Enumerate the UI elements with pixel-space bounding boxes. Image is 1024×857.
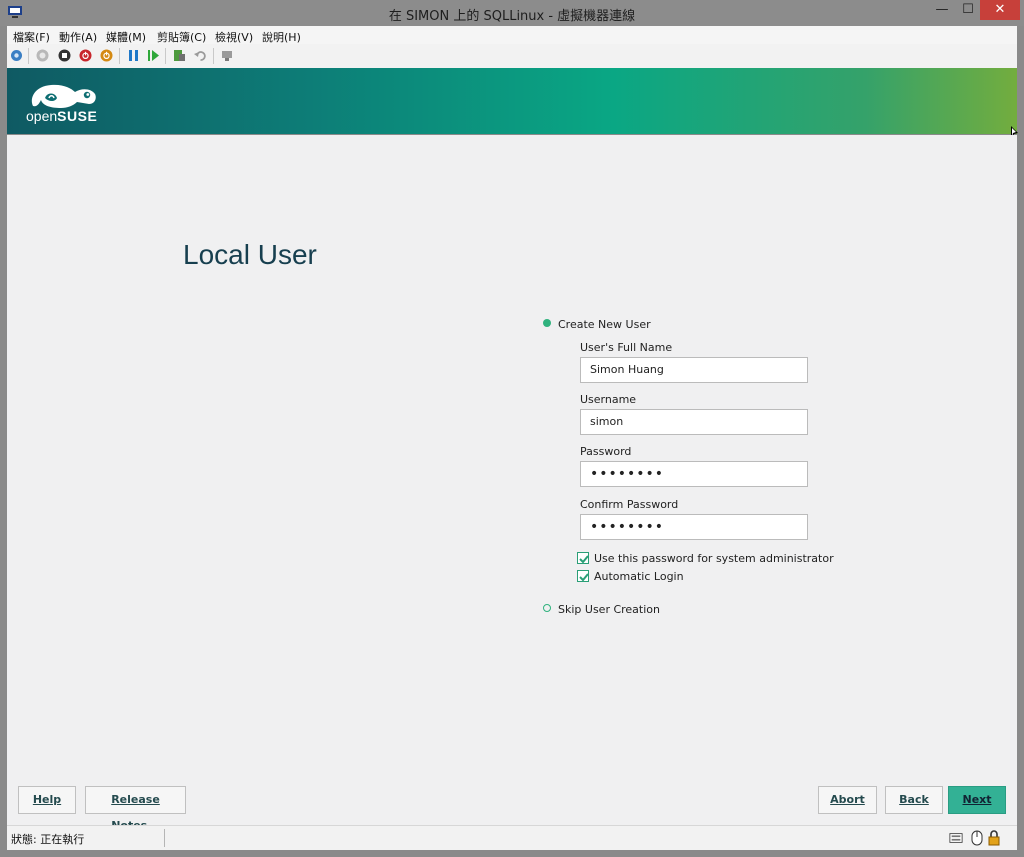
menu-action[interactable]: 動作(A)	[59, 29, 97, 45]
toolbar-separator	[119, 48, 120, 64]
help-button[interactable]: Help	[18, 786, 76, 814]
confirm-password-input[interactable]: ••••••••	[580, 514, 808, 540]
password-input[interactable]: ••••••••	[580, 461, 808, 487]
use-for-admin-label: Use this password for system administrat…	[594, 552, 834, 565]
window-title: 在 SIMON 上的 SQLLinux - 虛擬機器連線	[388, 9, 636, 24]
release-notes-button[interactable]: Release Notes...	[85, 786, 186, 832]
automatic-login-label: Automatic Login	[594, 570, 684, 583]
next-button[interactable]: Next	[948, 786, 1006, 814]
start-icon[interactable]	[36, 49, 49, 62]
confirm-password-label: Confirm Password	[580, 498, 679, 511]
menu-view[interactable]: 檢視(V)	[215, 29, 253, 45]
create-new-user-label: Create New User	[558, 318, 651, 331]
full-name-label: User's Full Name	[580, 341, 673, 354]
radio-selected-icon	[543, 319, 551, 327]
menu-clipboard[interactable]: 剪貼簿(C)	[157, 29, 206, 45]
vm-connection-window: 在 SIMON 上的 SQLLinux - 虛擬機器連線 — ☐ ✕ 檔案(F)…	[0, 0, 1024, 857]
back-button[interactable]: Back	[885, 786, 943, 814]
menu-help[interactable]: 說明(H)	[262, 29, 301, 45]
keyboard-icon	[949, 833, 963, 843]
shutdown-icon[interactable]	[79, 49, 92, 62]
opensuse-wordmark: openSUSE	[26, 108, 98, 124]
checkpoint-icon[interactable]	[173, 49, 186, 62]
menu-bar: 檔案(F) 動作(A) 媒體(M) 剪貼簿(C) 檢視(V) 說明(H)	[7, 26, 1017, 44]
ctrl-alt-del-icon[interactable]	[10, 49, 23, 62]
toolbar-separator	[213, 48, 214, 64]
opensuse-banner: openSUSE	[7, 68, 1018, 140]
save-icon[interactable]	[100, 49, 113, 62]
resume-icon[interactable]	[147, 49, 160, 62]
menu-media[interactable]: 媒體(M)	[106, 29, 146, 45]
menu-file[interactable]: 檔案(F)	[13, 29, 50, 45]
title-bar[interactable]: 在 SIMON 上的 SQLLinux - 虛擬機器連線 — ☐ ✕	[0, 0, 1024, 26]
enhanced-session-icon[interactable]	[221, 49, 234, 62]
pause-icon[interactable]	[127, 49, 140, 62]
page-title: Local User	[183, 239, 317, 270]
full-name-input[interactable]: Simon Huang	[580, 357, 808, 383]
toolbar-separator	[28, 48, 29, 64]
username-label: Username	[580, 393, 637, 406]
installer-content: Local User Create New User User's Full N…	[7, 135, 1017, 832]
checkbox-checked-icon	[577, 570, 589, 582]
abort-button[interactable]: Abort	[818, 786, 877, 814]
maximize-button[interactable]: ☐	[954, 0, 982, 20]
toolbar	[7, 44, 1017, 69]
lock-icon	[988, 830, 1000, 846]
close-button[interactable]: ✕	[980, 0, 1020, 20]
minimize-button[interactable]: —	[928, 0, 956, 20]
status-bar: 狀態: 正在執行	[7, 825, 1017, 850]
skip-user-creation-label: Skip User Creation	[558, 603, 660, 616]
status-separator	[164, 829, 165, 847]
toolbar-separator	[165, 48, 166, 64]
checkbox-checked-icon	[577, 552, 589, 564]
radio-unselected-icon	[543, 604, 551, 612]
username-input[interactable]: simon	[580, 409, 808, 435]
revert-icon[interactable]	[194, 49, 207, 62]
mouse-icon	[971, 830, 983, 846]
password-label: Password	[580, 445, 632, 458]
turn-off-icon[interactable]	[58, 49, 71, 62]
status-text: 狀態: 正在執行	[11, 833, 85, 846]
